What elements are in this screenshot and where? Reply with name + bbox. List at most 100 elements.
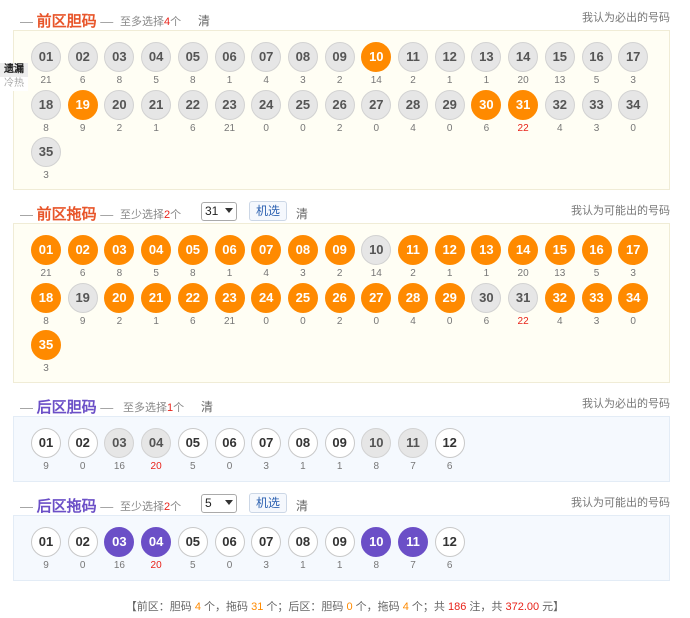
number-ball-06[interactable]: 06 — [214, 527, 245, 557]
clear-button[interactable]: 清 — [296, 205, 308, 222]
number-ball-22[interactable]: 22 — [177, 89, 208, 120]
number-ball-24[interactable]: 24 — [251, 89, 282, 120]
number-ball-08[interactable]: 08 — [287, 428, 318, 458]
clear-button[interactable]: 清 — [198, 12, 210, 29]
number-ball-24[interactable]: 24 — [251, 282, 282, 313]
number-ball-23[interactable]: 23 — [214, 282, 245, 313]
number-ball-15[interactable]: 15 — [544, 235, 575, 265]
number-ball-18[interactable]: 18 — [31, 282, 61, 313]
number-ball-10[interactable]: 10 — [361, 235, 392, 265]
number-ball-20[interactable]: 20 — [104, 89, 135, 120]
number-ball-29[interactable]: 29 — [434, 89, 465, 120]
number-ball-16[interactable]: 16 — [581, 42, 612, 72]
number-ball-11[interactable]: 11 — [398, 428, 428, 458]
number-ball-06[interactable]: 06 — [214, 235, 245, 265]
number-ball-10[interactable]: 10 — [361, 42, 392, 72]
number-ball-28[interactable]: 28 — [398, 89, 428, 120]
number-ball-09[interactable]: 09 — [324, 428, 355, 458]
number-ball-10[interactable]: 10 — [361, 527, 392, 557]
number-ball-03[interactable]: 03 — [104, 42, 135, 72]
number-ball-03[interactable]: 03 — [104, 235, 135, 265]
random-pick-button[interactable]: 机选 — [249, 493, 288, 513]
number-ball-19[interactable]: 19 — [67, 282, 98, 313]
number-ball-07[interactable]: 07 — [251, 527, 282, 557]
number-ball-02[interactable]: 02 — [67, 527, 98, 557]
number-ball-33[interactable]: 33 — [581, 282, 612, 313]
number-ball-17[interactable]: 17 — [618, 235, 649, 265]
number-ball-04[interactable]: 04 — [141, 428, 172, 458]
clear-button[interactable]: 清 — [201, 398, 213, 415]
number-ball-08[interactable]: 08 — [287, 42, 318, 72]
number-ball-35[interactable]: 35 — [31, 137, 61, 167]
number-ball-09[interactable]: 09 — [324, 527, 355, 557]
number-ball-07[interactable]: 07 — [251, 42, 282, 72]
number-ball-01[interactable]: 01 — [31, 42, 61, 72]
number-ball-05[interactable]: 05 — [177, 527, 208, 557]
number-ball-20[interactable]: 20 — [104, 282, 135, 313]
number-ball-03[interactable]: 03 — [104, 527, 135, 557]
number-ball-35[interactable]: 35 — [31, 330, 61, 360]
number-ball-22[interactable]: 22 — [177, 282, 208, 313]
number-ball-01[interactable]: 01 — [31, 235, 61, 265]
number-ball-05[interactable]: 05 — [177, 428, 208, 458]
number-ball-30[interactable]: 30 — [471, 282, 502, 313]
number-ball-26[interactable]: 26 — [324, 282, 355, 313]
number-ball-04[interactable]: 04 — [141, 527, 172, 557]
number-ball-02[interactable]: 02 — [67, 235, 98, 265]
number-ball-27[interactable]: 27 — [361, 89, 392, 120]
number-ball-26[interactable]: 26 — [324, 89, 355, 120]
number-ball-04[interactable]: 04 — [141, 42, 172, 72]
number-ball-17[interactable]: 17 — [618, 42, 649, 72]
number-ball-21[interactable]: 21 — [141, 89, 172, 120]
random-pick-button[interactable]: 机选 — [249, 201, 288, 221]
number-ball-29[interactable]: 29 — [434, 282, 465, 313]
number-ball-04[interactable]: 04 — [141, 235, 172, 265]
number-ball-11[interactable]: 11 — [398, 527, 428, 557]
number-ball-21[interactable]: 21 — [141, 282, 172, 313]
number-ball-12[interactable]: 12 — [434, 428, 465, 458]
number-ball-11[interactable]: 11 — [398, 42, 428, 72]
side-tab-missing[interactable]: 遗漏 — [0, 63, 28, 77]
number-ball-08[interactable]: 08 — [287, 235, 318, 265]
number-ball-05[interactable]: 05 — [177, 42, 208, 72]
number-ball-25[interactable]: 25 — [287, 89, 318, 120]
number-ball-02[interactable]: 02 — [67, 428, 98, 458]
number-ball-16[interactable]: 16 — [581, 235, 612, 265]
number-ball-31[interactable]: 31 — [508, 282, 539, 313]
number-ball-07[interactable]: 07 — [251, 235, 282, 265]
number-ball-32[interactable]: 32 — [544, 89, 575, 120]
number-ball-28[interactable]: 28 — [398, 282, 428, 313]
number-ball-01[interactable]: 01 — [31, 428, 61, 458]
number-ball-12[interactable]: 12 — [434, 235, 465, 265]
number-ball-31[interactable]: 31 — [508, 89, 539, 120]
number-ball-05[interactable]: 05 — [177, 235, 208, 265]
number-ball-18[interactable]: 18 — [31, 89, 61, 120]
number-ball-13[interactable]: 13 — [471, 42, 502, 72]
number-ball-03[interactable]: 03 — [104, 428, 135, 458]
number-ball-09[interactable]: 09 — [324, 42, 355, 72]
clear-button[interactable]: 清 — [296, 497, 308, 514]
number-ball-23[interactable]: 23 — [214, 89, 245, 120]
number-ball-34[interactable]: 34 — [618, 282, 649, 313]
number-ball-06[interactable]: 06 — [214, 42, 245, 72]
number-ball-27[interactable]: 27 — [361, 282, 392, 313]
number-ball-12[interactable]: 12 — [434, 527, 465, 557]
number-ball-33[interactable]: 33 — [581, 89, 612, 120]
number-ball-02[interactable]: 02 — [67, 42, 98, 72]
number-ball-09[interactable]: 09 — [324, 235, 355, 265]
number-ball-19[interactable]: 19 — [67, 89, 98, 120]
number-ball-08[interactable]: 08 — [287, 527, 318, 557]
number-ball-14[interactable]: 14 — [508, 235, 539, 265]
number-ball-30[interactable]: 30 — [471, 89, 502, 120]
number-ball-32[interactable]: 32 — [544, 282, 575, 313]
number-ball-14[interactable]: 14 — [508, 42, 539, 72]
side-tab-hot-cold[interactable]: 冷热 — [0, 77, 28, 91]
number-ball-12[interactable]: 12 — [434, 42, 465, 72]
number-ball-01[interactable]: 01 — [31, 527, 61, 557]
count-select[interactable]: 31 — [201, 202, 237, 221]
number-ball-11[interactable]: 11 — [398, 235, 428, 265]
number-ball-15[interactable]: 15 — [544, 42, 575, 72]
count-select[interactable]: 5 — [201, 494, 237, 513]
number-ball-13[interactable]: 13 — [471, 235, 502, 265]
number-ball-25[interactable]: 25 — [287, 282, 318, 313]
